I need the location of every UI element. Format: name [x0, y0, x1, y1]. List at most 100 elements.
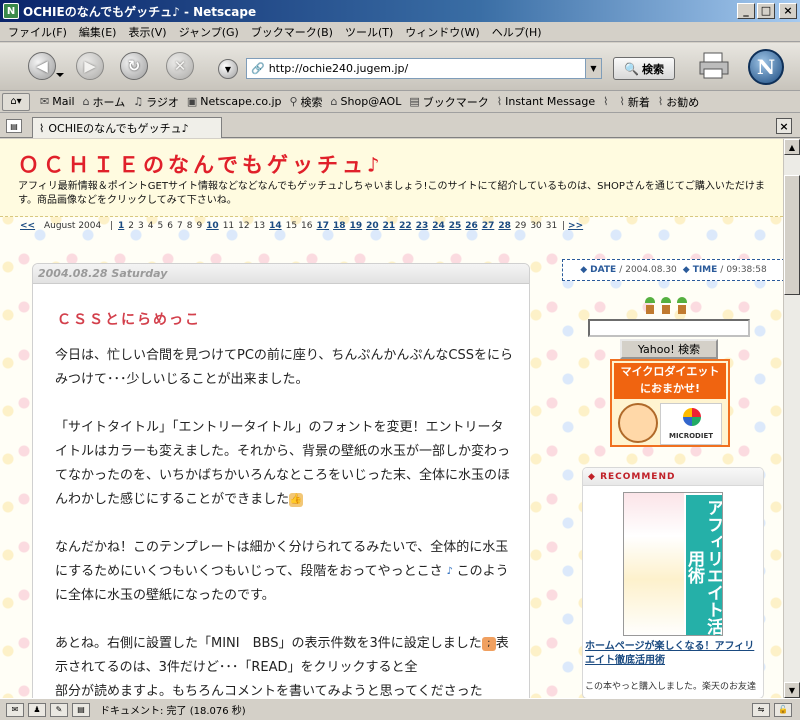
book-cover-image[interactable]: アフィリエイト活用術	[623, 492, 723, 636]
calendar-day: 31	[545, 221, 558, 231]
close-tab-icon[interactable]: ×	[776, 118, 792, 134]
calendar-day[interactable]: 24	[432, 221, 445, 231]
calendar-prev-link[interactable]: <<	[20, 221, 35, 231]
folder-icon: ▤	[409, 95, 420, 108]
link-icon: ⌇	[39, 121, 45, 135]
bookmark-mail[interactable]: ✉ Mail	[40, 95, 75, 108]
music-note-icon: ♪	[446, 565, 453, 577]
maximize-button[interactable]: □	[757, 3, 775, 19]
search-icon: ⚲	[289, 95, 298, 108]
netscape-logo[interactable]: N	[748, 49, 784, 85]
home-icon: ⌂	[82, 95, 90, 108]
menu-edit[interactable]: 編集(E)	[79, 24, 117, 40]
back-history-dropdown-icon[interactable]	[56, 73, 64, 77]
menu-view[interactable]: 表示(V)	[128, 24, 166, 40]
vertical-scrollbar[interactable]: ▲ ▼	[783, 139, 800, 698]
reload-icon: ↻	[127, 57, 141, 75]
print-icon[interactable]	[698, 51, 730, 81]
bookmark-radio[interactable]: ♫ ラジオ	[133, 94, 179, 110]
menu-go[interactable]: ジャンプ(G)	[179, 24, 239, 40]
calendar-day: 2	[128, 221, 135, 231]
bookmark-new[interactable]: ⌇ 新着	[619, 94, 649, 110]
calendar-day: 15	[285, 221, 298, 231]
calendar-day: 30	[530, 221, 542, 231]
yahoo-search-button[interactable]: Yahoo! 検索	[620, 339, 718, 359]
netscape-app-icon[interactable]: N	[3, 3, 19, 19]
calendar-day: 8	[186, 221, 193, 231]
calendar-day[interactable]: 26	[465, 221, 478, 231]
calendar-day[interactable]: 27	[482, 221, 495, 231]
bookmark-search[interactable]: ⚲ 検索	[289, 94, 322, 110]
status-bar: ✉ ♟ ✎ ▤ ドキュメント: 完了 (18.076 秒) ⇋ 🔓	[0, 698, 800, 720]
url-dropdown-icon[interactable]: ▼	[585, 59, 601, 78]
close-button[interactable]: ×	[779, 3, 797, 19]
bookmark-netscape[interactable]: ▣ Netscape.co.jp	[187, 95, 282, 108]
minimize-button[interactable]: _	[737, 3, 755, 19]
url-input[interactable]	[268, 62, 585, 75]
url-history-icon[interactable]: ▼	[218, 59, 238, 79]
calendar-day[interactable]: 10	[206, 221, 219, 231]
calendar-day[interactable]: 14	[269, 221, 282, 231]
page-link-icon: 🔗	[251, 62, 265, 75]
tab-bar: ▤ ⌇ OCHIEのなんでもゲッチュ♪ ×	[0, 114, 800, 138]
stop-icon: ✕	[173, 57, 187, 75]
microdiet-banner[interactable]: マイクロダイエット におまかせ! MICRODIET	[610, 359, 730, 447]
bookmark-folder[interactable]: ▤ ブックマーク	[409, 94, 488, 110]
calendar-day[interactable]: 22	[399, 221, 412, 231]
menu-tools[interactable]: ツール(T)	[345, 24, 393, 40]
calendar-day[interactable]: 28	[498, 221, 511, 231]
aim-icon[interactable]: ♟	[28, 702, 46, 717]
menu-bookmarks[interactable]: ブックマーク(B)	[251, 24, 333, 40]
menu-help[interactable]: ヘルプ(H)	[492, 24, 542, 40]
back-button[interactable]: ◀	[28, 52, 56, 80]
diamond-icon: ◆	[588, 472, 596, 482]
calendar-next-link[interactable]: >>	[568, 221, 583, 231]
calendar-day: 6	[167, 221, 173, 231]
tab-ochie[interactable]: ⌇ OCHIEのなんでもゲッチュ♪	[32, 117, 222, 138]
entry-paragraph: あとね。右側に設置した「MINI BBS」の表示件数を3件に設定しました; 表示さ…	[55, 636, 509, 698]
navigation-toolbar: ◀ ▶ ↻ ✕ ▼ 🔗 ▼ 🔍 検索 N	[0, 43, 800, 91]
toolbar-menu-icon[interactable]: ⌂▾	[2, 92, 30, 111]
calendar-month: August 2004	[43, 221, 102, 231]
scroll-thumb[interactable]	[784, 175, 800, 295]
bookmark-link[interactable]: ⌇	[603, 95, 611, 108]
bookmark-recommend[interactable]: ⌇ お勧め	[658, 94, 699, 110]
mail-icon[interactable]: ✉	[6, 702, 24, 717]
calendar-day[interactable]: 1	[118, 221, 124, 231]
forward-button[interactable]: ▶	[76, 52, 104, 80]
bookmark-shop[interactable]: ⌂ Shop@AOL	[331, 95, 402, 108]
calendar-day: 29	[514, 221, 527, 231]
composer-icon[interactable]: ✎	[50, 702, 68, 717]
menu-file[interactable]: ファイル(F)	[8, 24, 67, 40]
calendar-nav: << August 2004 | 1 2 3 4 5 6 7 8 9 10 11 12 13 14 15 16…	[20, 221, 584, 231]
site-title[interactable]: ＯＣＨＩＥのなんでもゲッチュ♪	[18, 149, 384, 179]
bookmark-home[interactable]: ⌂ ホーム	[83, 94, 126, 110]
recommend-link[interactable]: ホームページが楽しくなる！アフィリエイト徹底活用術	[585, 640, 763, 668]
forward-arrow-icon: ▶	[84, 57, 96, 75]
calendar-day: 16	[301, 221, 313, 231]
calendar-day[interactable]: 17	[317, 221, 330, 231]
calendar-day[interactable]: 20	[366, 221, 379, 231]
url-bar[interactable]: 🔗 ▼	[246, 58, 602, 79]
ad-headline: マイクロダイエット におまかせ!	[614, 363, 726, 399]
calendar-day[interactable]: 21	[383, 221, 396, 231]
tab-sidebar-icon[interactable]: ▤	[6, 119, 22, 133]
link-icon: ⌇	[603, 95, 609, 108]
calendar-day[interactable]: 19	[350, 221, 363, 231]
date-time-box: ◆ DATE / 2004.08.30 ◆ TIME / 09:38:58	[562, 259, 783, 281]
address-book-icon[interactable]: ▤	[72, 702, 90, 717]
scroll-down-icon[interactable]: ▼	[784, 682, 800, 698]
calendar-day[interactable]: 25	[449, 221, 462, 231]
calendar-day[interactable]: 23	[416, 221, 429, 231]
bookmark-instant-message[interactable]: ⌇ Instant Message	[497, 95, 595, 108]
calendar-day: 11	[222, 221, 235, 231]
stop-button[interactable]: ✕	[166, 52, 194, 80]
search-button[interactable]: 🔍 検索	[613, 57, 675, 80]
yahoo-search-input[interactable]	[588, 319, 750, 337]
reload-button[interactable]: ↻	[120, 52, 148, 80]
scroll-up-icon[interactable]: ▲	[784, 139, 800, 155]
calendar-day[interactable]: 18	[333, 221, 346, 231]
menu-window[interactable]: ウィンドウ(W)	[405, 24, 479, 40]
security-lock-icon: 🔓	[774, 702, 792, 717]
back-arrow-icon: ◀	[36, 57, 48, 75]
